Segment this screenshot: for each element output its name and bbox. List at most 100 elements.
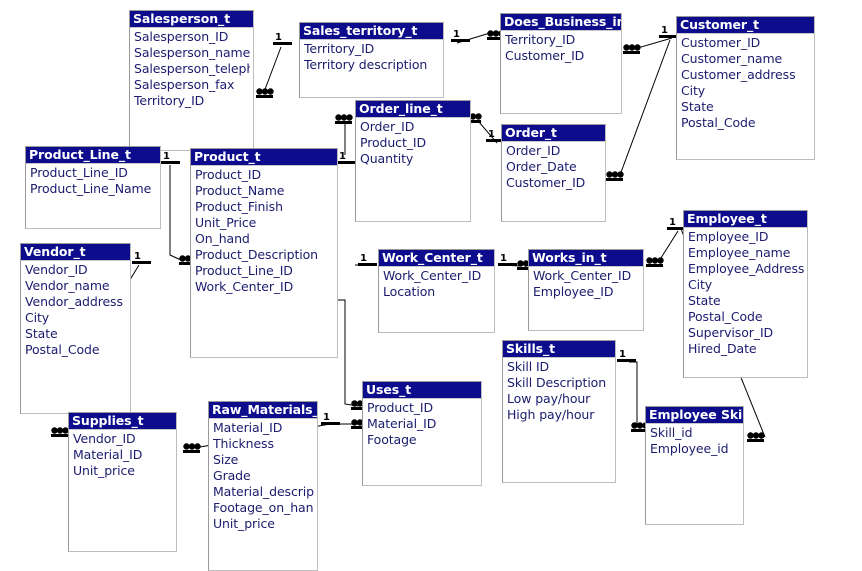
attribute-row: Skill_id [650, 425, 693, 440]
attribute-row: Supervisor_ID [688, 325, 774, 340]
attribute-row: Vendor_ID [25, 262, 88, 277]
attribute-row: Customer_name [681, 51, 783, 66]
attribute-row: Customer_ID [681, 35, 761, 50]
entity-attributes-order_t: Order_ID Order_Date Customer_ID [502, 142, 605, 191]
entity-skills_t[interactable]: Skills_t Skill ID Skill Description Low pay… [502, 340, 616, 483]
entity-order_t[interactable]: Order_t Order_ID Order_Date Customer_ID [501, 124, 606, 222]
attribute-row: Customer_ID [505, 48, 585, 63]
entity-title-salesperson_t: Salesperson_t [130, 11, 253, 28]
attribute-row: Thickness [213, 436, 274, 451]
attribute-row: Product_Name [195, 183, 285, 198]
attribute-row: Vendor_ID [73, 431, 136, 446]
entity-uses_t[interactable]: Uses_t Product_ID Material_ID Footage [362, 381, 482, 486]
entity-attributes-supplies_t: Vendor_ID Material_ID Unit_price [69, 430, 176, 479]
attribute-row: Product_Line_ID [30, 165, 128, 180]
entity-does_business_in_t[interactable]: Does_Business_in_tTerritory_IDCustomer_I… [500, 13, 622, 114]
entity-title-employee_skills_t: Employee Skills_ [646, 407, 743, 424]
entity-attributes-order_line_t: Order_ID Product_ID Quantity [356, 118, 470, 167]
entity-supplies_t[interactable]: Supplies_t Vendor_ID Material_ID Unit_price [68, 412, 177, 552]
attribute-row: Skill Description [507, 375, 607, 390]
svg-text:1: 1 [453, 29, 460, 40]
svg-text:1: 1 [339, 151, 346, 162]
attribute-row: State [681, 99, 714, 114]
entity-attributes-raw_materials_t: Material_ID Thickness Size Grade Material_de… [209, 419, 317, 532]
attribute-row: Territory_ID [304, 41, 375, 56]
attribute-row: City [25, 310, 50, 325]
entity-works_in_t[interactable]: Works_in_t Work_Center_ID Employee_ID [528, 249, 644, 331]
svg-text:1: 1 [360, 253, 367, 264]
entity-title-skills_t: Skills_t [503, 341, 615, 358]
entity-title-employee_t: Employee_t [684, 211, 807, 228]
attribute-row: Footage [367, 432, 417, 447]
entity-product_t[interactable]: Product_t Product_ID Product_Name Product_F… [190, 148, 338, 358]
attribute-row: Product_ID [367, 400, 434, 415]
attribute-row: Grade [213, 468, 251, 483]
attribute-row: Order_ID [506, 143, 561, 158]
attribute-row: Material_descriptio [213, 484, 314, 499]
entity-attributes-vendor_t: Vendor_ID Vendor_name Vendor_address City St… [21, 261, 130, 358]
entity-attributes-works_in_t: Work_Center_ID Employee_ID [529, 267, 643, 300]
crowsfoot-order-right [605, 169, 625, 188]
entity-title-raw_materials_t: Raw_Materials_t [209, 402, 317, 419]
entity-attributes-uses_t: Product_ID Material_ID Footage [363, 399, 481, 448]
entity-employee_t[interactable]: Employee_t Employee_ID Employee_name Employ… [683, 210, 808, 378]
er-diagram-canvas: Salesperson_t Salesperson_ID Salesperson_n… [0, 0, 862, 571]
entity-salesperson_t[interactable]: Salesperson_t Salesperson_ID Salesperson_n… [129, 10, 254, 151]
entity-title-product_line_t: Product_Line_t [26, 147, 160, 164]
attribute-row: Product_ID [360, 135, 427, 150]
entity-attributes-product_t: Product_ID Product_Name Product_Finish Unit… [191, 166, 337, 295]
attribute-row: Quantity [360, 151, 414, 166]
attribute-row: Unit_Price [195, 215, 257, 230]
attribute-row: Work_Center_ID [533, 268, 632, 283]
entity-work_center_t[interactable]: Work_Center_t Work_Center_ID Location [378, 249, 495, 333]
attribute-row: Employee_ID [688, 229, 769, 244]
svg-text:1: 1 [163, 151, 170, 162]
attribute-row: Footage_on_hand [213, 500, 314, 515]
attribute-row: On_hand [195, 231, 250, 246]
attribute-row: Territory description [304, 57, 428, 72]
attribute-row: Employee_name [688, 245, 791, 260]
attribute-row: Unit_price [213, 516, 275, 531]
svg-text:1: 1 [134, 251, 141, 262]
entity-customer_t[interactable]: Customer_t Customer_ID Customer_name Custom… [676, 16, 815, 160]
svg-text:1: 1 [619, 349, 626, 360]
entity-title-vendor_t: Vendor_t [21, 244, 130, 261]
entity-sales_territory_t[interactable]: Sales_territory_t Territory_ID Territory d… [299, 22, 444, 98]
attribute-row: Customer_address [681, 67, 796, 82]
entity-title-sales_territory_t: Sales_territory_t [300, 23, 443, 40]
entity-attributes-employee_t: Employee_ID Employee_name Employee_Address… [684, 228, 807, 357]
attribute-row: Territory_ID [505, 32, 576, 47]
entity-product_line_t[interactable]: Product_Line_t Product_Line_ID Product_Lin… [25, 146, 161, 229]
attribute-row: Product_Line_ID [195, 263, 293, 278]
attribute-row: Territory_ID [134, 93, 205, 108]
entity-title-order_t: Order_t [502, 125, 605, 142]
entity-raw_materials_t[interactable]: Raw_Materials_t Material_ID Thickness Size G… [208, 401, 318, 571]
entity-attributes-customer_t: Customer_ID Customer_name Customer_address… [677, 34, 814, 131]
svg-text:1: 1 [275, 32, 282, 43]
attribute-row: Low pay/hour [507, 391, 591, 406]
attribute-row: Vendor_name [25, 278, 110, 293]
entity-title-work_center_t: Work_Center_t [379, 250, 494, 267]
attribute-row: Size [213, 452, 239, 467]
entity-order_line_t[interactable]: Order_line_t Order_ID Product_ID Quantity [355, 100, 471, 222]
entity-attributes-work_center_t: Work_Center_ID Location [379, 267, 494, 300]
attribute-row: State [25, 326, 58, 341]
entity-title-customer_t: Customer_t [677, 17, 814, 34]
entity-employee_skills_t[interactable]: Employee Skills_Skill_idEmployee_id [645, 406, 744, 525]
attribute-row: Vendor_address [25, 294, 123, 309]
attribute-row: Product_ID [195, 167, 262, 182]
entity-vendor_t[interactable]: Vendor_t Vendor_ID Vendor_name Vendor_addre… [20, 243, 131, 414]
attribute-row: Material_ID [73, 447, 143, 462]
crowsfoot-does-business-right [622, 42, 642, 61]
attribute-row: Material_ID [213, 420, 283, 435]
entity-title-order_line_t: Order_line_t [356, 101, 470, 118]
attribute-row: Postal_Code [688, 309, 763, 324]
one-marker-skills-right: 1 [616, 348, 638, 372]
attribute-row: State [688, 293, 721, 308]
entity-attributes-salesperson_t: Salesperson_ID Salesperson_name Salesperso… [130, 28, 253, 109]
entity-title-works_in_t: Works_in_t [529, 250, 643, 267]
crowsfoot-employee-skills-right [746, 430, 766, 449]
attribute-row: Postal_Code [25, 342, 100, 357]
entity-attributes-employee_skills_t: Skill_id Employee_id [646, 424, 743, 457]
attribute-row: Salesperson_name [134, 45, 250, 60]
